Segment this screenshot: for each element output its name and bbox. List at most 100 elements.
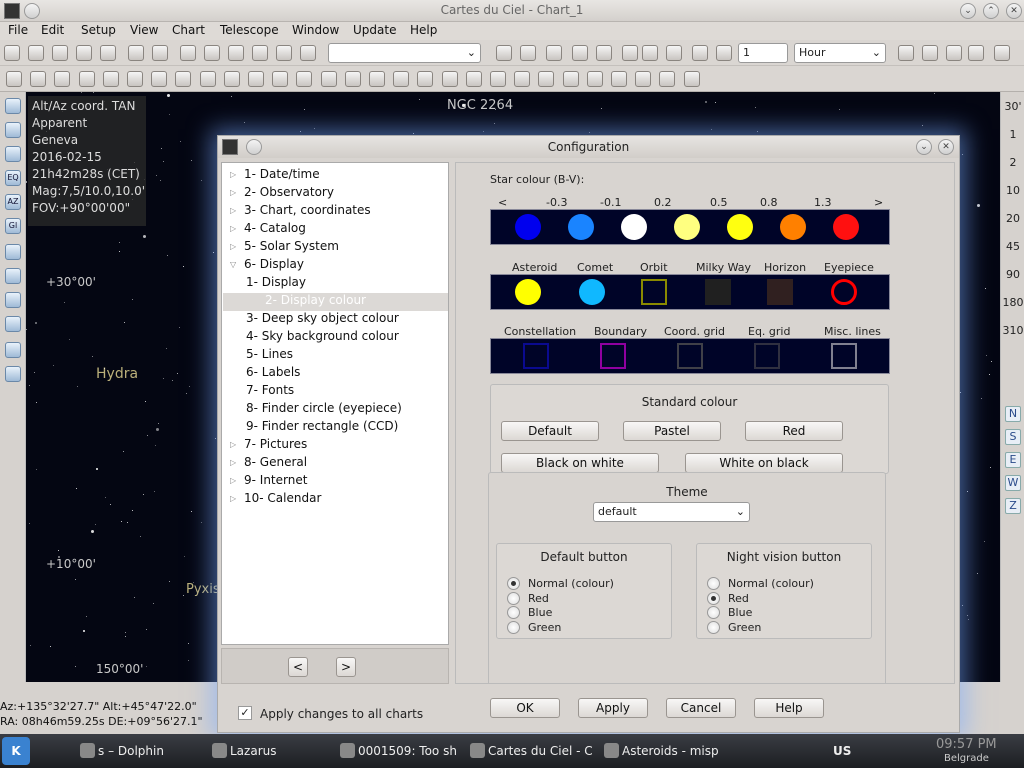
tree-item[interactable]: 4- Catalog xyxy=(244,221,306,239)
radio-normal[interactable] xyxy=(707,577,720,590)
object-colour-swatch[interactable] xyxy=(579,279,605,305)
line-colour-swatch[interactable] xyxy=(831,343,857,369)
chart-tool-icon-11[interactable] xyxy=(272,71,289,87)
object-colour-swatch[interactable] xyxy=(515,279,541,305)
chart-tool-icon-7[interactable] xyxy=(175,71,192,87)
white-on-black-button[interactable]: White on black xyxy=(685,453,843,473)
line-colour-swatch[interactable] xyxy=(523,343,549,369)
prev-button[interactable]: < xyxy=(288,657,308,677)
toolbar-icon-r9[interactable] xyxy=(716,45,732,61)
collapsed-arrow-icon[interactable]: ▷ xyxy=(230,440,236,449)
menu-window[interactable]: Window xyxy=(292,23,339,37)
object-colour-swatch[interactable] xyxy=(767,279,793,305)
chart-tool-icon-27[interactable] xyxy=(659,71,676,87)
toolbar-icon-r4[interactable] xyxy=(596,45,612,61)
toolbar-icon-r7[interactable] xyxy=(666,45,682,61)
left-tool-button-7[interactable] xyxy=(5,268,21,284)
task-button[interactable]: Lazarus xyxy=(212,738,332,764)
collapsed-arrow-icon[interactable]: ▷ xyxy=(230,188,236,197)
tree-item[interactable]: 6- Display xyxy=(244,257,304,275)
left-tool-button-2[interactable] xyxy=(5,146,21,162)
tree-item[interactable]: 2- Observatory xyxy=(244,185,334,203)
menu-setup[interactable]: Setup xyxy=(81,23,116,37)
toolbar-icon-r2[interactable] xyxy=(546,45,562,61)
chart-tool-icon-0[interactable] xyxy=(6,71,22,87)
left-tool-button-4[interactable]: AZ xyxy=(5,194,21,210)
dialog-minimize-button[interactable]: ⌄ xyxy=(916,139,932,155)
minimize-button[interactable]: ⌄ xyxy=(960,3,976,19)
collapsed-arrow-icon[interactable]: ▷ xyxy=(230,206,236,215)
kde-launcher-icon[interactable]: K xyxy=(2,737,30,765)
tree-item[interactable]: 5- Solar System xyxy=(244,239,339,257)
tree-item[interactable]: 8- Finder circle (eyepiece) xyxy=(246,401,402,419)
radio-blue[interactable] xyxy=(707,606,720,619)
collapsed-arrow-icon[interactable]: ▷ xyxy=(230,458,236,467)
tree-item[interactable]: 7- Fonts xyxy=(246,383,294,401)
menu-view[interactable]: View xyxy=(130,23,158,37)
clock-time[interactable]: 09:57 PM xyxy=(936,737,997,752)
tree-item[interactable]: 8- General xyxy=(244,455,307,473)
chart-tool-icon-28[interactable] xyxy=(683,71,700,87)
toolbar-icon-8[interactable] xyxy=(204,45,220,61)
toolbar-icon-0[interactable] xyxy=(4,45,20,61)
apply-all-checkbox[interactable]: ✓ xyxy=(238,706,252,720)
time-unit-select[interactable]: Hour ⌄ xyxy=(794,43,886,63)
chart-tool-icon-6[interactable] xyxy=(151,71,168,87)
left-tool-button-5[interactable]: Gl xyxy=(5,218,21,234)
fov-button[interactable]: 45 xyxy=(1001,240,1024,253)
fov-button[interactable]: 90 xyxy=(1001,268,1024,281)
chart-tool-icon-21[interactable] xyxy=(514,71,531,87)
toolbar-icon-10[interactable] xyxy=(252,45,268,61)
radio-normal[interactable] xyxy=(507,577,520,590)
toolbar-icon-r1[interactable] xyxy=(520,45,536,61)
fov-button[interactable]: 10 xyxy=(1001,184,1024,197)
tree-item[interactable]: 5- Lines xyxy=(246,347,293,365)
object-colour-swatch[interactable] xyxy=(705,279,731,305)
left-tool-button-1[interactable] xyxy=(5,122,21,138)
apply-button[interactable]: Apply xyxy=(578,698,648,718)
tree-item[interactable]: 9- Internet xyxy=(244,473,307,491)
radio-green[interactable] xyxy=(507,620,520,634)
chart-tool-icon-15[interactable] xyxy=(369,71,385,87)
chart-tool-icon-24[interactable] xyxy=(586,71,603,87)
tree-item[interactable]: 1- Date/time xyxy=(244,167,320,185)
left-tool-button-9[interactable] xyxy=(5,316,21,332)
chart-tool-icon-3[interactable] xyxy=(78,71,95,87)
menu-edit[interactable]: Edit xyxy=(41,23,64,37)
search-combo[interactable]: ⌄ xyxy=(328,43,481,63)
collapsed-arrow-icon[interactable]: ▷ xyxy=(230,224,236,233)
compass-w-button[interactable]: W xyxy=(1005,475,1021,491)
toolbar-icon-2[interactable] xyxy=(52,45,68,61)
keyboard-layout[interactable]: US xyxy=(833,744,851,758)
left-tool-button-11[interactable] xyxy=(5,366,21,382)
radio-blue[interactable] xyxy=(507,606,520,619)
compass-e-button[interactable]: E xyxy=(1005,452,1021,468)
dialog-close-button[interactable]: ✕ xyxy=(938,139,954,155)
pastel-colour-button[interactable]: Pastel xyxy=(623,421,721,441)
line-colour-swatch[interactable] xyxy=(600,343,626,369)
default-colour-button[interactable]: Default xyxy=(501,421,599,441)
object-colour-swatch[interactable] xyxy=(641,279,667,305)
chart-tool-icon-16[interactable] xyxy=(393,71,410,87)
fov-button[interactable]: 180 xyxy=(1001,296,1024,309)
collapsed-arrow-icon[interactable]: ▷ xyxy=(230,170,236,179)
chart-tool-icon-12[interactable] xyxy=(296,71,313,87)
radio-red[interactable] xyxy=(507,591,520,605)
star-colour-swatch[interactable] xyxy=(727,214,753,240)
tree-item[interactable]: 4- Sky background colour xyxy=(246,329,399,347)
fov-button[interactable]: 30' xyxy=(1001,100,1024,113)
chart-tool-icon-10[interactable] xyxy=(248,71,264,87)
toolbar-icon-4[interactable] xyxy=(100,45,116,61)
chart-tool-icon-17[interactable] xyxy=(417,71,434,87)
tree-item[interactable]: 3- Chart, coordinates xyxy=(244,203,371,221)
collapsed-arrow-icon[interactable]: ▷ xyxy=(230,494,236,503)
toolbar-icon-r0[interactable] xyxy=(496,45,512,61)
toolbar-icon-r10[interactable] xyxy=(898,45,914,61)
ok-button[interactable]: OK xyxy=(490,698,560,718)
maximize-button[interactable]: ⌃ xyxy=(983,3,999,19)
menu-chart[interactable]: Chart xyxy=(172,23,205,37)
chart-tool-icon-13[interactable] xyxy=(320,71,337,87)
chart-tool-icon-9[interactable] xyxy=(223,71,240,87)
left-tool-button-6[interactable] xyxy=(5,244,21,260)
tree-item[interactable]: 3- Deep sky object colour xyxy=(246,311,399,329)
